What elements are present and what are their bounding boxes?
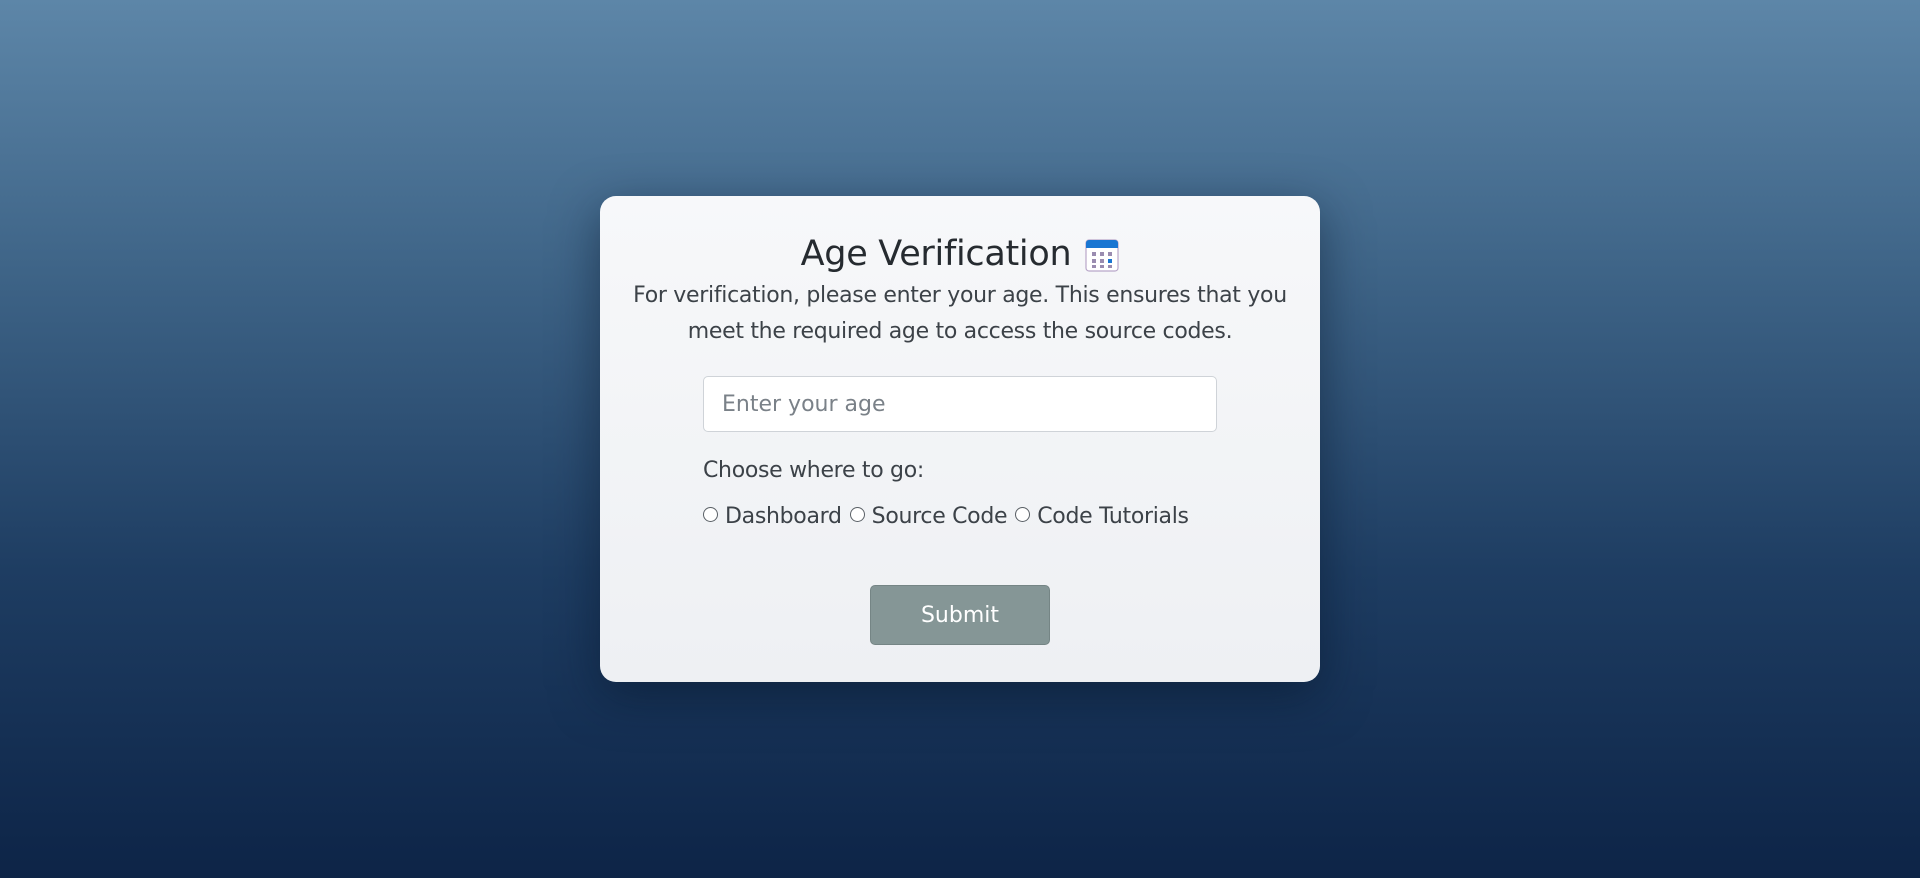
destination-label: Choose where to go:: [703, 458, 924, 483]
verification-description: For verification, please enter your age.…: [633, 283, 1287, 344]
radio-option-code-tutorials[interactable]: Code Tutorials: [1015, 504, 1196, 529]
radio-dashboard[interactable]: [703, 507, 718, 522]
radio-label-source-code: Source Code: [871, 504, 1008, 529]
destination-radio-group: Dashboard Source Code Code Tutorials: [703, 504, 1197, 529]
radio-source-code[interactable]: [849, 507, 865, 522]
radio-option-source-code[interactable]: Source Code: [849, 504, 1016, 529]
calendar-icon: [1085, 238, 1119, 272]
age-input[interactable]: [703, 376, 1217, 432]
age-verification-card: Age Verification For verification, pleas…: [600, 196, 1320, 682]
title-row: Age Verification: [600, 230, 1320, 278]
radio-label-dashboard: Dashboard: [725, 504, 842, 529]
submit-button[interactable]: Submit: [870, 585, 1050, 645]
radio-code-tutorials[interactable]: [1015, 507, 1031, 522]
radio-label-code-tutorials: Code Tutorials: [1037, 504, 1189, 529]
page-title: Age Verification: [800, 234, 1072, 274]
radio-option-dashboard[interactable]: Dashboard: [703, 504, 850, 529]
